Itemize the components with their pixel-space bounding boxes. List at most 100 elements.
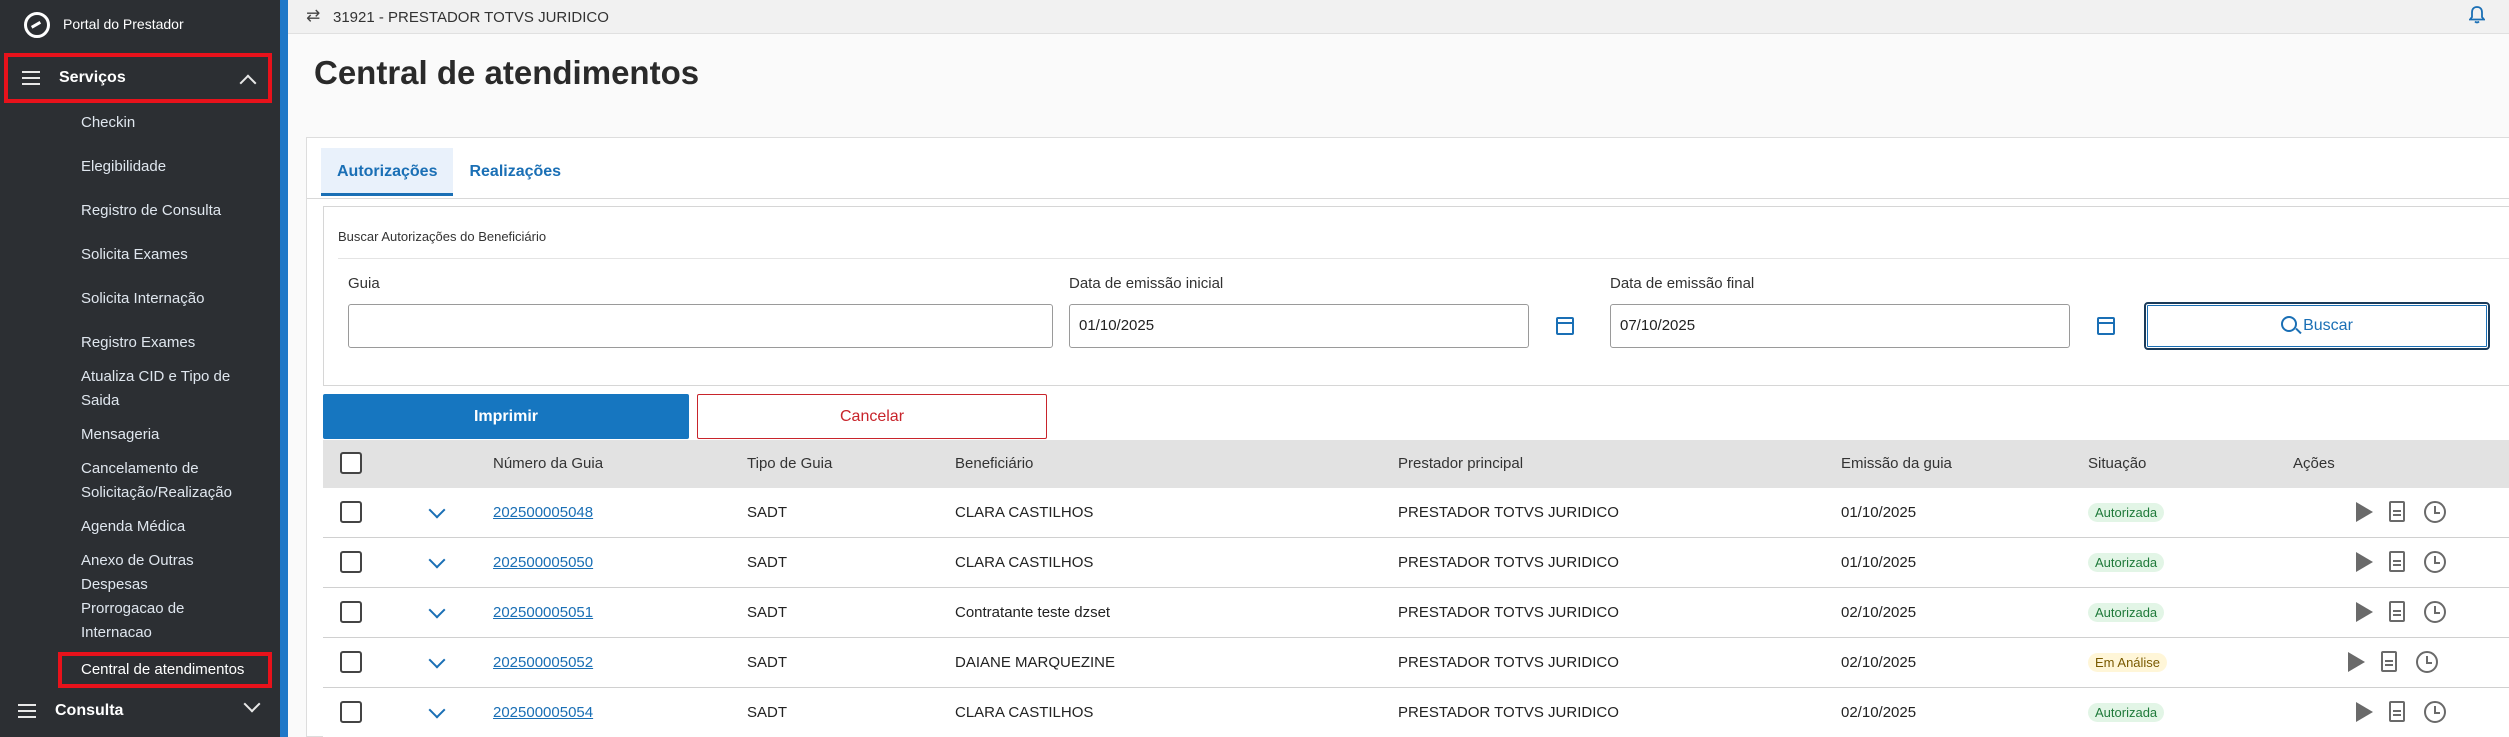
row-checkbox[interactable] xyxy=(340,551,362,573)
brand-title: Portal do Prestador xyxy=(63,16,184,32)
expand-chevron-icon[interactable] xyxy=(428,601,446,619)
search-icon xyxy=(2281,316,2298,332)
search-divider xyxy=(338,258,2509,259)
sidebar-item-agenda-medica[interactable]: Agenda Médica xyxy=(81,515,271,539)
row-checkbox[interactable] xyxy=(340,701,362,723)
sidebar-item-mensageria[interactable]: Mensageria xyxy=(81,423,271,447)
sidebar-item-checkin[interactable]: Checkin xyxy=(81,111,271,135)
sidebar-item-registro-consulta[interactable]: Registro de Consulta xyxy=(81,199,271,223)
play-icon[interactable] xyxy=(2356,552,2373,572)
buscar-button[interactable]: Buscar xyxy=(2144,302,2490,350)
guia-number-link[interactable]: 202500005050 xyxy=(493,554,593,571)
calendar-icon[interactable] xyxy=(2097,317,2115,335)
cell-emissao: 02/10/2025 xyxy=(1841,654,1917,671)
cell-emissao: 02/10/2025 xyxy=(1841,704,1917,721)
sidebar: Portal do Prestador Serviços Checkin Ele… xyxy=(0,0,280,737)
expand-chevron-icon[interactable] xyxy=(428,701,446,719)
menu-icon xyxy=(22,71,40,85)
tab-realizacoes[interactable]: Realizações xyxy=(453,148,577,196)
data-inicial-label: Data de emissão inicial xyxy=(1069,275,1224,292)
guia-input[interactable] xyxy=(348,304,1053,348)
document-icon[interactable] xyxy=(2389,501,2405,522)
section-title-servicos: Serviços xyxy=(59,69,126,86)
cell-tipo: SADT xyxy=(747,654,788,671)
document-icon[interactable] xyxy=(2381,651,2397,672)
play-icon[interactable] xyxy=(2348,652,2365,672)
play-icon[interactable] xyxy=(2356,702,2373,722)
cell-prestador: PRESTADOR TOTVS JURIDICO xyxy=(1398,554,1619,571)
tab-autorizacoes[interactable]: Autorizações xyxy=(321,148,454,196)
header-numero: Número da Guia xyxy=(493,455,604,472)
header-beneficiario: Beneficiário xyxy=(955,455,1034,472)
status-badge: Em Análise xyxy=(2088,653,2168,672)
sidebar-item-solicita-exames[interactable]: Solicita Exames xyxy=(81,243,271,267)
section-title-consulta: Consulta xyxy=(55,702,124,719)
sidebar-item-elegibilidade[interactable]: Elegibilidade xyxy=(81,155,271,179)
row-checkbox[interactable] xyxy=(340,601,362,623)
buscar-label: Buscar xyxy=(2303,317,2353,334)
document-icon[interactable] xyxy=(2389,601,2405,622)
menu-section-consulta[interactable]: Consulta xyxy=(4,686,272,736)
clock-icon[interactable] xyxy=(2424,501,2446,523)
expand-chevron-icon[interactable] xyxy=(428,651,446,669)
cancelar-button[interactable]: Cancelar xyxy=(697,394,1047,439)
status-badge: Autorizada xyxy=(2088,703,2165,722)
status-badge: Autorizada xyxy=(2088,553,2165,572)
document-icon[interactable] xyxy=(2389,551,2405,572)
cell-tipo: SADT xyxy=(747,504,788,521)
menu-section-servicos[interactable]: Serviços xyxy=(4,53,272,103)
sidebar-item-central-atendimentos[interactable]: Central de atendimentos xyxy=(58,652,272,688)
expand-chevron-icon[interactable] xyxy=(428,551,446,569)
guia-number-link[interactable]: 202500005051 xyxy=(493,604,593,621)
page-title: Central de atendimentos xyxy=(314,54,700,91)
sidebar-item-anexo-despesas[interactable]: Anexo de Outras Despesas xyxy=(81,549,216,597)
guia-number-link[interactable]: 202500005048 xyxy=(493,504,593,521)
sidebar-item-prorrogacao[interactable]: Prorrogacao de Internacao xyxy=(81,597,216,645)
search-title: Buscar Autorizações do Beneficiário xyxy=(338,229,547,244)
cell-prestador: PRESTADOR TOTVS JURIDICO xyxy=(1398,704,1619,721)
data-final-input[interactable]: 07/10/2025 xyxy=(1610,304,2070,348)
cell-beneficiario: Contratante teste dzset xyxy=(955,604,1111,621)
sidebar-item-cancelamento[interactable]: Cancelamento de Solicitação/Realização xyxy=(81,457,256,505)
table-row: 202500005048 SADT CLARA CASTILHOS PRESTA… xyxy=(323,488,2509,538)
data-inicial-input[interactable]: 01/10/2025 xyxy=(1069,304,1529,348)
bell-icon[interactable] xyxy=(2469,6,2485,24)
select-all-checkbox[interactable] xyxy=(340,452,362,474)
calendar-icon[interactable] xyxy=(1556,317,1574,335)
guia-number-link[interactable]: 202500005052 xyxy=(493,654,593,671)
cell-emissao: 01/10/2025 xyxy=(1841,554,1917,571)
sidebar-item-registro-exames[interactable]: Registro Exames xyxy=(81,331,271,355)
clock-icon[interactable] xyxy=(2424,701,2446,723)
cell-tipo: SADT xyxy=(747,604,788,621)
imprimir-button[interactable]: Imprimir xyxy=(323,394,689,439)
table-header: Número da Guia Tipo de Guia Beneficiário… xyxy=(323,440,2509,488)
data-final-label: Data de emissão final xyxy=(1610,275,1755,292)
clock-icon[interactable] xyxy=(2424,601,2446,623)
sync-icon[interactable]: ⇄ xyxy=(306,6,320,26)
cell-emissao: 02/10/2025 xyxy=(1841,604,1917,621)
cell-beneficiario: DAIANE MARQUEZINE xyxy=(955,654,1116,671)
play-icon[interactable] xyxy=(2356,602,2373,622)
clock-icon[interactable] xyxy=(2424,551,2446,573)
cell-tipo: SADT xyxy=(747,554,788,571)
table-row: 202500005052 SADT DAIANE MARQUEZINE PRES… xyxy=(323,638,2509,688)
chevron-down-icon xyxy=(243,695,261,713)
guia-number-link[interactable]: 202500005054 xyxy=(493,704,593,721)
sidebar-item-atualiza-cid[interactable]: Atualiza CID e Tipo de Saida xyxy=(81,365,251,413)
header-prestador: Prestador principal xyxy=(1398,455,1524,472)
sidebar-item-solicita-internacao[interactable]: Solicita Internação xyxy=(81,287,271,311)
provider-title: 31921 - PRESTADOR TOTVS JURIDICO xyxy=(333,9,609,26)
cell-beneficiario: CLARA CASTILHOS xyxy=(955,504,1094,521)
table-row: 202500005050 SADT CLARA CASTILHOS PRESTA… xyxy=(323,538,2509,588)
status-badge: Autorizada xyxy=(2088,603,2165,622)
table-row: 202500005054 SADT CLARA CASTILHOS PRESTA… xyxy=(323,688,2509,737)
menu-icon xyxy=(18,704,36,718)
expand-chevron-icon[interactable] xyxy=(428,501,446,519)
row-checkbox[interactable] xyxy=(340,651,362,673)
cell-prestador: PRESTADOR TOTVS JURIDICO xyxy=(1398,604,1619,621)
play-icon[interactable] xyxy=(2356,502,2373,522)
header-situacao: Situação xyxy=(2088,455,2147,472)
document-icon[interactable] xyxy=(2389,701,2405,722)
row-checkbox[interactable] xyxy=(340,501,362,523)
clock-icon[interactable] xyxy=(2416,651,2438,673)
